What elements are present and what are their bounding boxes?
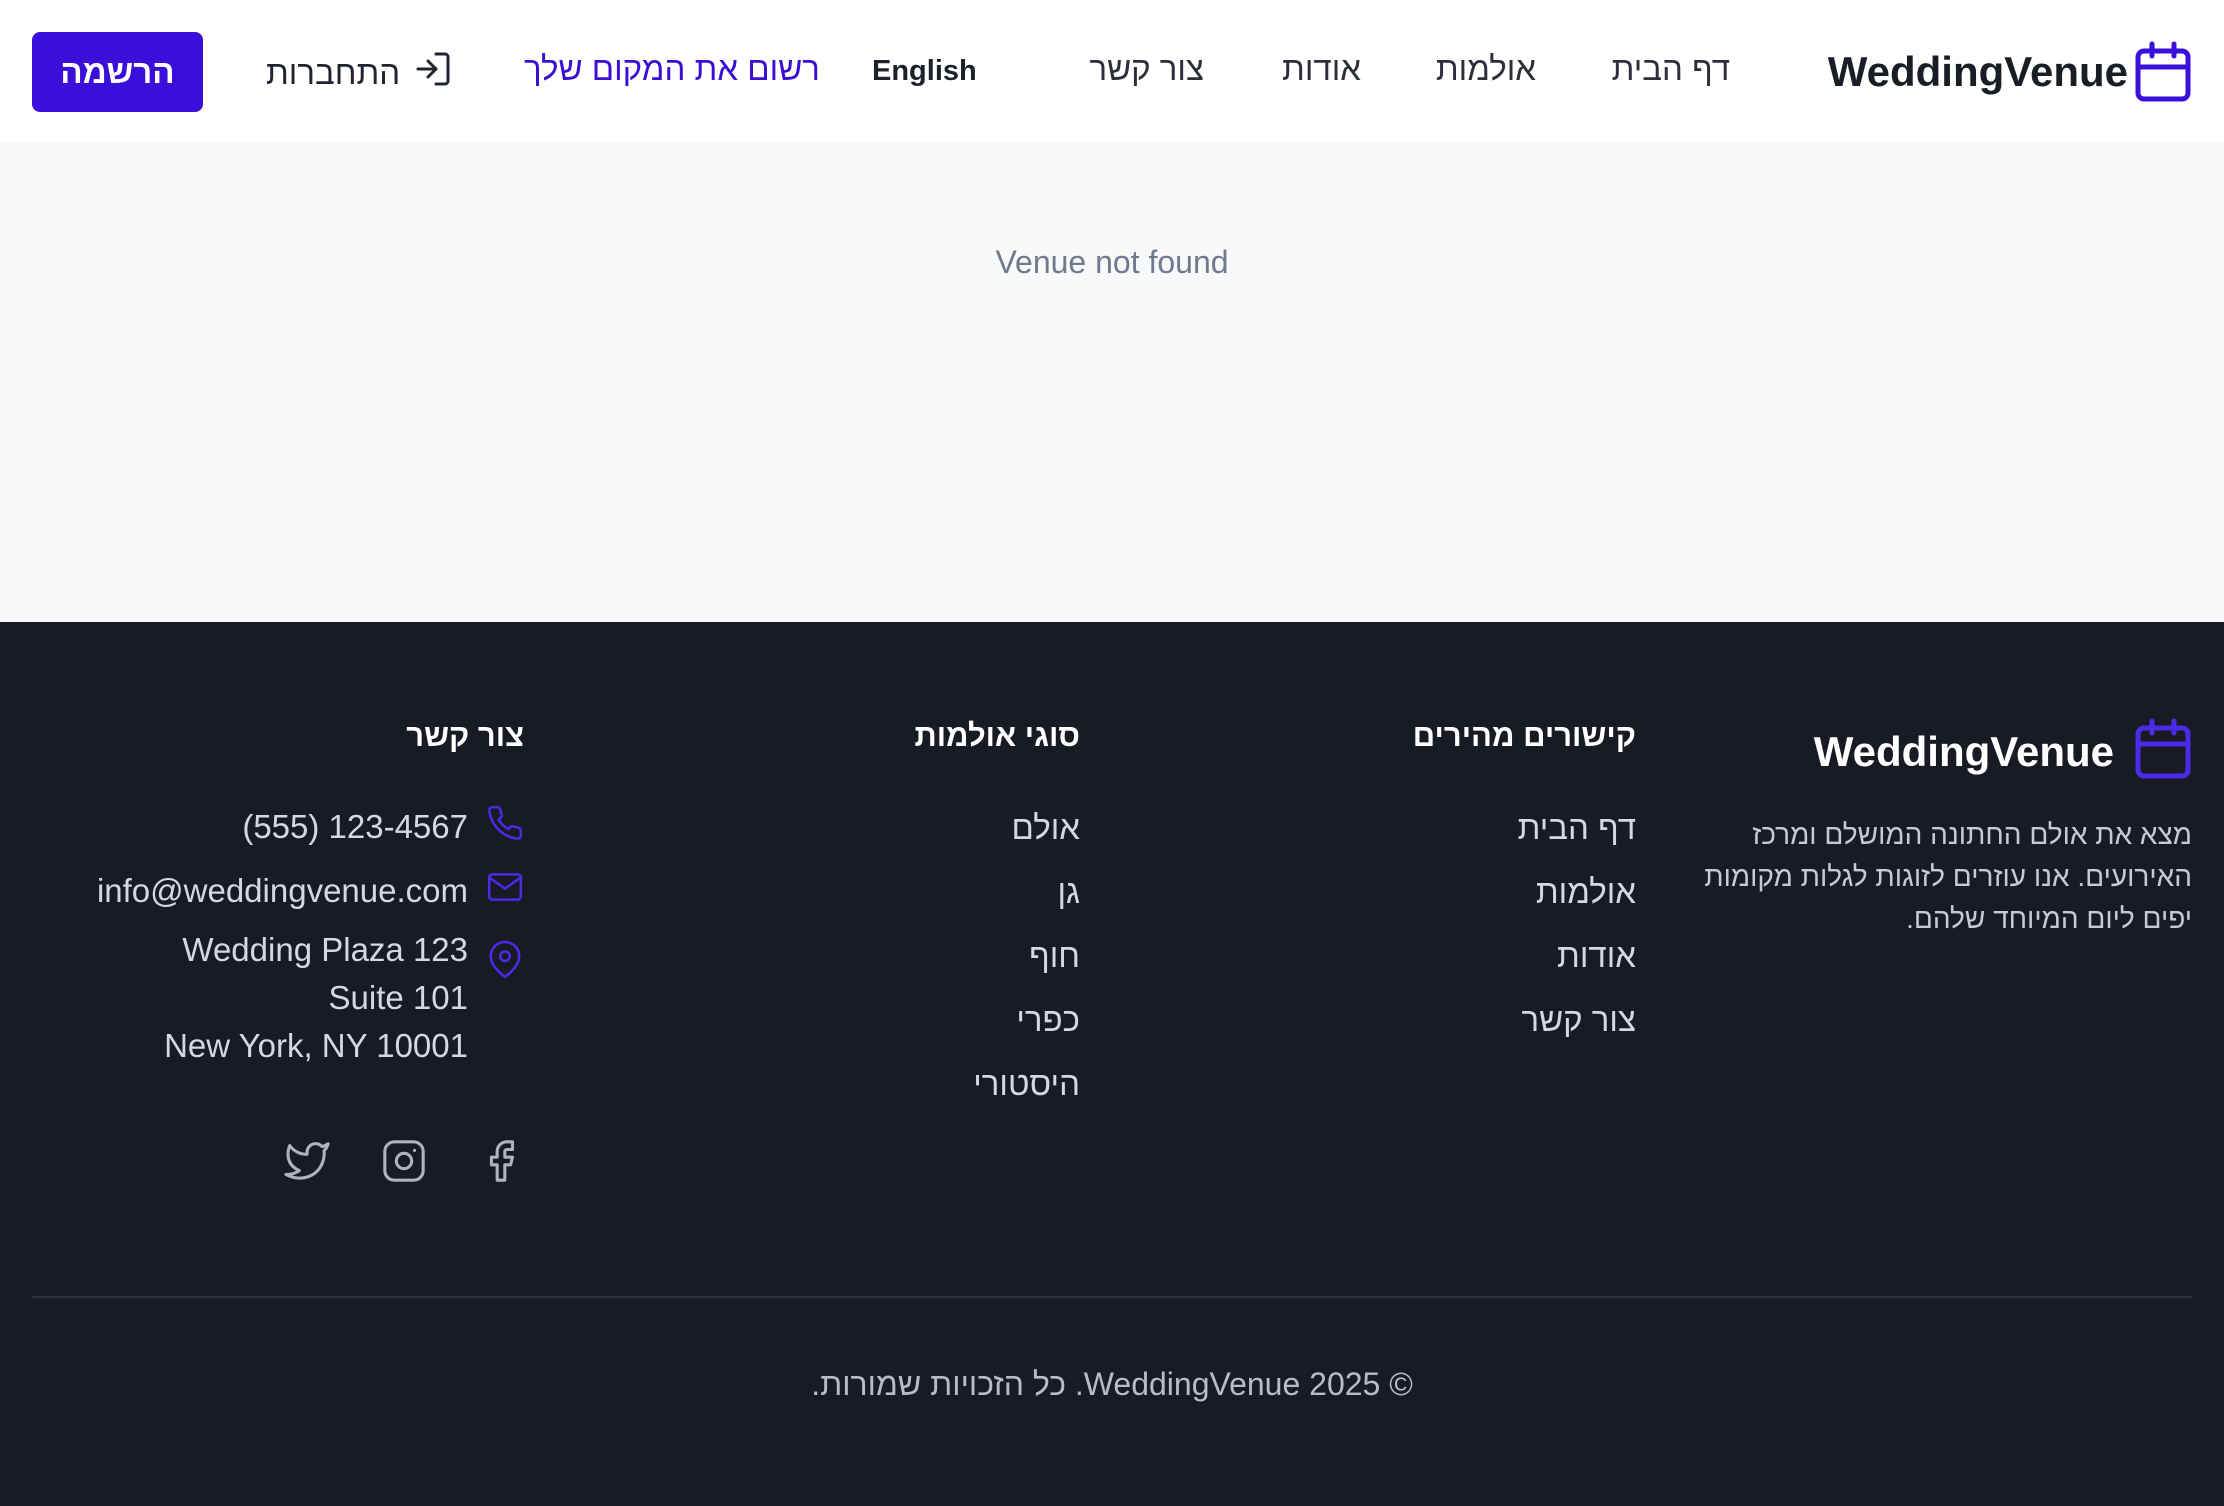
brand-name[interactable]: WeddingVenue bbox=[1828, 48, 2128, 96]
venue-type-historic[interactable]: היסטורי bbox=[973, 1052, 1080, 1116]
language-switch[interactable]: English bbox=[872, 55, 977, 88]
address-line-1: Wedding Plaza 123 bbox=[182, 931, 468, 968]
nav-about[interactable]: אודות bbox=[1282, 50, 1361, 88]
email-address[interactable]: info@weddingvenue.com bbox=[97, 872, 468, 910]
site-footer: WeddingVenue מצא את אולם החתונה המושלם ו… bbox=[0, 622, 2224, 1506]
login-button[interactable]: התחברות bbox=[266, 50, 452, 96]
quick-links-list: דף הבית אולמות אודות צור קשר bbox=[1518, 796, 1636, 1052]
site-header: WeddingVenue דף הבית אולמות אודות צור קש… bbox=[0, 0, 2224, 142]
nav-contact[interactable]: צור קשר bbox=[1089, 50, 1204, 88]
address-line-2: Suite 101 bbox=[328, 979, 468, 1016]
venue-type-garden[interactable]: גן bbox=[973, 860, 1080, 924]
login-label: התחברות bbox=[266, 54, 401, 91]
footer-link-contact[interactable]: צור קשר bbox=[1518, 988, 1636, 1052]
twitter-icon[interactable] bbox=[284, 1138, 330, 1189]
footer-divider bbox=[32, 1296, 2192, 1298]
footer-description: מצא את אולם החתונה המושלם ומרכז האירועים… bbox=[1704, 819, 2192, 934]
venue-types-title: סוגי אולמות bbox=[914, 718, 1080, 753]
copyright-text: © WeddingVenue 2025. כל הזכויות שמורות. bbox=[811, 1366, 1413, 1402]
venue-not-found-message: Venue not found bbox=[995, 244, 1229, 280]
contact-address: Wedding Plaza 123 Suite 101 New York, NY… bbox=[164, 926, 468, 1070]
phone-icon bbox=[486, 804, 524, 850]
main-content: Venue not found bbox=[0, 142, 2224, 622]
footer-link-about[interactable]: אודות bbox=[1518, 924, 1636, 988]
footer-link-venues[interactable]: אולמות bbox=[1518, 860, 1636, 924]
nav-home[interactable]: דף הבית bbox=[1612, 50, 1730, 88]
contact-phone[interactable]: (555) 123-4567 bbox=[242, 804, 524, 850]
nav-venues[interactable]: אולמות bbox=[1436, 50, 1536, 88]
calendar-icon bbox=[2134, 718, 2192, 785]
venue-type-hall[interactable]: אולם bbox=[973, 796, 1081, 860]
address-line-3: New York, NY 10001 bbox=[164, 1027, 468, 1064]
quick-links-title: קישורים מהירים bbox=[1412, 718, 1636, 753]
venue-type-rustic[interactable]: כפרי bbox=[973, 988, 1080, 1052]
calendar-icon bbox=[2134, 41, 2192, 103]
venue-type-beach[interactable]: חוף bbox=[973, 924, 1080, 988]
footer-brand-name: WeddingVenue bbox=[1813, 727, 2114, 775]
mail-icon bbox=[486, 868, 524, 914]
facebook-icon[interactable] bbox=[478, 1138, 524, 1189]
footer-brand: WeddingVenue bbox=[1814, 718, 2192, 785]
contact-title: צור קשר bbox=[406, 718, 524, 753]
brand-logo[interactable]: WeddingVenue bbox=[1828, 40, 2192, 104]
signup-button[interactable]: הרשמה bbox=[32, 32, 203, 112]
list-venue-link[interactable]: רשום את המקום שלך bbox=[524, 50, 820, 88]
footer-link-home[interactable]: דף הבית bbox=[1518, 796, 1636, 860]
login-icon bbox=[416, 50, 452, 96]
phone-number[interactable]: (555) 123-4567 bbox=[242, 808, 468, 846]
instagram-icon[interactable] bbox=[381, 1138, 427, 1189]
venue-types-list: אולם גן חוף כפרי היסטורי bbox=[973, 796, 1080, 1116]
map-pin-icon bbox=[486, 940, 524, 987]
contact-email[interactable]: info@weddingvenue.com bbox=[97, 868, 524, 914]
